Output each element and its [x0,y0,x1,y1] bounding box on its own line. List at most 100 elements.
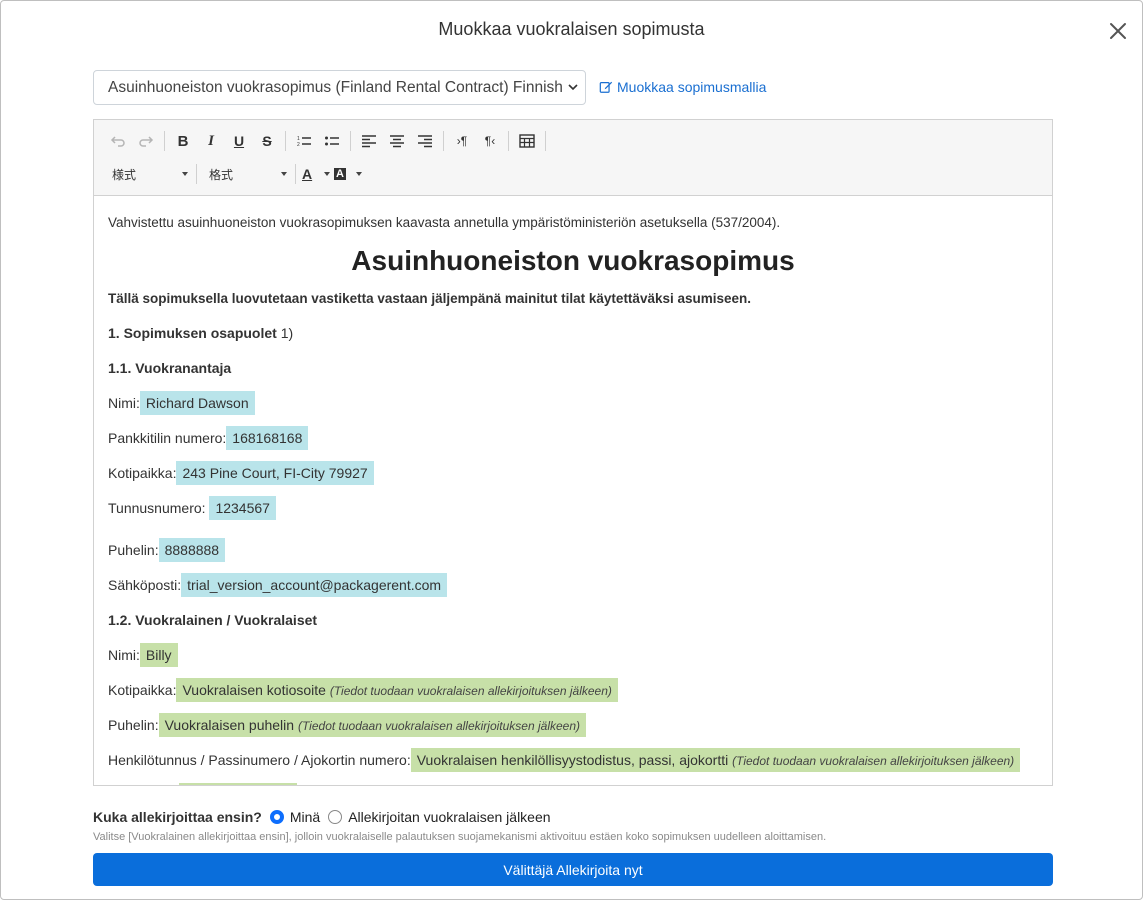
tenant-name-row: Nimi: Billy [108,643,178,667]
signer-option-me[interactable]: Minä [268,809,320,825]
toolbar-divider [164,131,165,151]
document-subtitle: Tällä sopimuksella luovutetaan vastikett… [108,291,752,306]
landlord-phone-value: 8888888 [158,538,226,562]
landlord-name-label: Nimi: [108,395,140,411]
tenant-home-value: Vuokralaisen kotiosoite [182,682,326,698]
landlord-bank-value: 168168168 [226,426,309,450]
landlord-heading: 1.1. Vuokranantaja [108,360,232,376]
edit-template-label: Muokkaa sopimusmallia [617,79,767,95]
chevron-down-icon [182,172,188,176]
sign-now-button[interactable]: Välittäjä Allekirjoita nyt [93,853,1053,886]
landlord-home-label: Kotipaikka: [108,465,177,481]
tenant-phone-note: (Tiedot tuodaan vuokralaisen allekirjoit… [297,719,581,733]
chevron-down-icon [356,172,362,176]
edit-contract-modal: Muokkaa vuokralaisen sopimusta Asuinhuon… [0,0,1143,900]
align-left-icon[interactable] [355,128,383,154]
tenant-home-field: Vuokralaisen kotiosoite (Tiedot tuodaan … [176,678,618,702]
chevron-down-icon [568,84,578,91]
undo-icon[interactable] [104,128,132,154]
template-select[interactable]: Asuinhuoneiston vuokrasopimus (Finland R… [93,70,586,105]
landlord-bank-row: Pankkitilin numero: 168168168 [108,426,309,450]
rich-text-editor: B I U S 12 ›¶ ¶‹ 様式 格式 A A Vahvistettu a… [93,119,1053,786]
radio-unselected[interactable] [328,810,343,824]
italic-icon[interactable]: I [197,128,225,154]
signer-hint: Valitse [Vuokralainen allekirjoittaa ens… [93,831,827,843]
toolbar-divider [545,131,546,151]
tenant-home-row: Kotipaikka: Vuokralaisen kotiosoite (Tied… [108,678,618,702]
tenant-phone-value: Vuokralaisen puhelin [164,717,295,733]
tenant-name-label: Nimi: [108,647,140,663]
toolbar-divider [443,131,444,151]
signer-option-after-label: Allekirjoitan vuokralaisen jälkeen [348,809,551,825]
strikethrough-icon[interactable]: S [253,128,281,154]
close-icon[interactable] [1106,19,1130,43]
section-1-note: 1) [276,325,294,341]
align-right-icon[interactable] [411,128,439,154]
toolbar-divider [196,164,197,184]
redo-icon[interactable] [132,128,160,154]
landlord-phone-label: Puhelin: [108,542,159,558]
signer-choice: Kuka allekirjoittaa ensin? Minä Allekirj… [93,809,557,825]
tenant-id-label: Henkilötunnus / Passinumero / Ajokortin … [108,752,411,768]
document-intro: Vahvistettu asuinhuoneiston vuokrasopimu… [108,215,781,230]
tenant-home-note: (Tiedot tuodaan vuokralaisen allekirjoit… [329,684,612,698]
signer-option-me-label: Minä [289,809,321,825]
underline-icon[interactable]: U [225,128,253,154]
toolbar-divider [350,131,351,151]
numbered-list-icon[interactable]: 12 [290,128,318,154]
edit-icon [599,81,613,93]
landlord-name-value: Richard Dawson [139,391,255,415]
tenant-id-value: Vuokralaisen henkilöllisyystodistus, pas… [416,752,729,768]
svg-text:2: 2 [297,142,300,148]
align-center-icon[interactable] [383,128,411,154]
landlord-id-row: Tunnusnumero: 1234567 [108,496,276,520]
bullet-list-icon[interactable] [318,128,346,154]
format-combo[interactable]: 格式 [201,161,291,187]
tenant-phone-field: Vuokralaisen puhelin (Tiedot tuodaan vuo… [158,713,587,737]
table-icon[interactable] [513,128,541,154]
document-title: Asuinhuoneiston vuokrasopimus [351,245,795,276]
section-1-heading: 1. Sopimuksen osapuolet 1) [108,325,293,341]
landlord-email-row: Sähköposti: trial_version_account@package… [108,573,448,597]
tenant-next-field-highlight [179,783,297,785]
tenant-home-label: Kotipaikka: [108,682,177,698]
radio-selected[interactable] [269,810,284,824]
toolbar-divider [295,164,296,184]
style-combo[interactable]: 様式 [104,161,192,187]
signer-option-after[interactable]: Allekirjoitan vuokralaisen jälkeen [326,809,551,825]
ltr-icon[interactable]: ›¶ [448,128,476,154]
edit-template-link[interactable]: Muokkaa sopimusmallia [599,79,766,95]
chevron-down-icon [324,172,330,176]
tenant-id-field: Vuokralaisen henkilöllisyystodistus, pas… [410,748,1021,772]
tenant-id-row: Henkilötunnus / Passinumero / Ajokortin … [108,748,1021,772]
landlord-name-row: Nimi: Richard Dawson [108,391,255,415]
style-combo-label: 様式 [112,167,137,182]
text-color-icon[interactable]: A [300,161,332,187]
tenant-phone-row: Puhelin: Vuokralaisen puhelin (Tiedot tuo… [108,713,587,737]
landlord-email-label: Sähköposti: [108,577,182,593]
toolbar-divider [285,131,286,151]
chevron-down-icon [281,172,287,176]
bold-icon[interactable]: B [169,128,197,154]
section-1-title: 1. Sopimuksen osapuolet [108,325,277,341]
modal-title: Muokkaa vuokralaisen sopimusta [438,19,705,39]
tenant-phone-label: Puhelin: [108,717,159,733]
landlord-phone-row: Puhelin: 8888888 [108,538,226,562]
tenant-id-note: (Tiedot tuodaan vuokralaisen allekirjoit… [732,754,1015,768]
format-combo-label: 格式 [209,167,234,182]
tenant-name-value: Billy [139,643,178,667]
landlord-id-label: Tunnusnumero: [108,500,206,516]
rtl-icon[interactable]: ¶‹ [476,128,504,154]
editor-toolbar: B I U S 12 ›¶ ¶‹ 様式 格式 A A [94,120,1052,196]
document-content[interactable]: Vahvistettu asuinhuoneiston vuokrasopimu… [94,197,1052,785]
template-select-value: Asuinhuoneiston vuokrasopimus (Finland R… [108,78,563,96]
background-color-icon[interactable]: A [332,161,364,187]
signer-question: Kuka allekirjoittaa ensin? [93,809,262,825]
landlord-home-value: 243 Pine Court, FI-City 79927 [176,461,374,485]
toolbar-divider [508,131,509,151]
landlord-home-row: Kotipaikka: 243 Pine Court, FI-City 79927 [108,461,374,485]
landlord-email-value: trial_version_account@packagerent.com [181,573,448,597]
tenant-heading: 1.2. Vuokralainen / Vuokralaiset [108,612,318,628]
landlord-id-value: 1234567 [209,496,276,520]
landlord-bank-label: Pankkitilin numero: [108,430,227,446]
